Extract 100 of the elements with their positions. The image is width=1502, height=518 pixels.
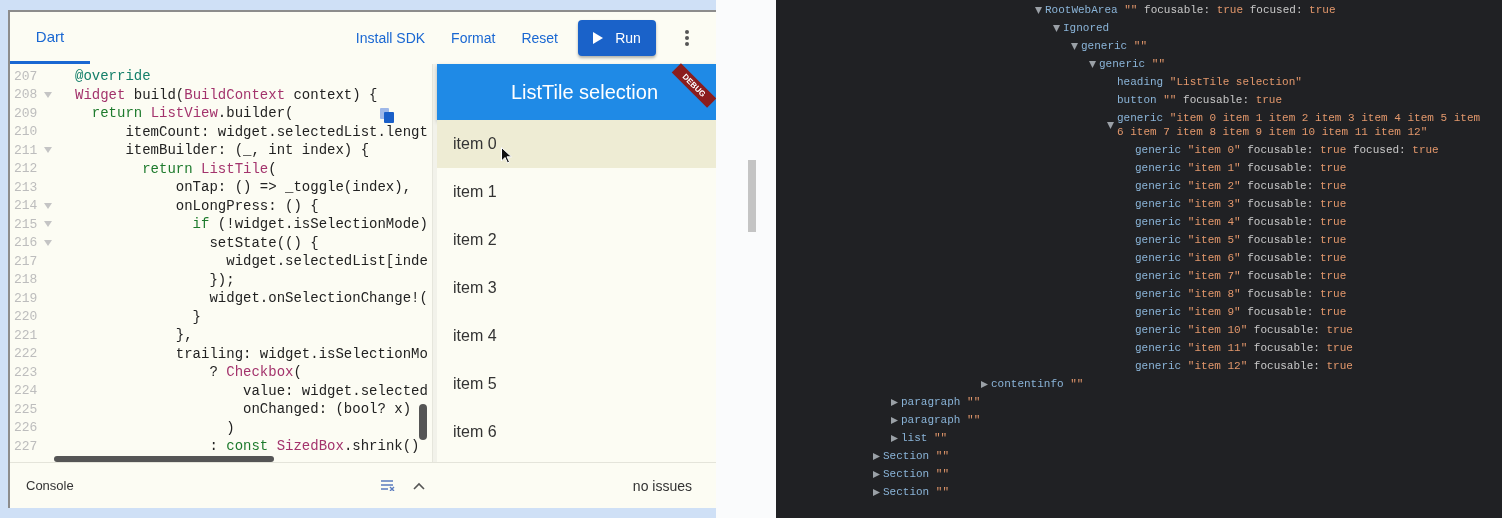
line-number: 223 [14,364,39,380]
mouse-pointer-icon [501,147,512,164]
tree-node-label[interactable]: Section "" [883,467,950,481]
line-number: 215 [14,216,39,232]
code-line: onLongPress: () { [174,196,319,215]
tree-node-label[interactable]: paragraph "" [901,395,981,409]
tree-node-label[interactable]: paragraph "" [901,413,981,427]
triangle-icon[interactable] [1089,60,1096,68]
code-line: Widget build(BuildContext context) { [75,85,378,104]
line-number: 227 [14,438,39,454]
tree-node-label[interactable]: Section "" [883,449,950,463]
status-text: no issues [632,477,692,494]
tree-node-label[interactable]: generic "item 4" focusable: true [1135,215,1347,229]
triangle-icon[interactable] [891,434,898,442]
line-number: 210 [14,124,39,140]
triangle-icon[interactable] [891,398,898,406]
code-line: trailing: widget.isSelectionMo [174,344,428,363]
line-number: 224 [14,383,39,399]
line-number: 217 [14,253,39,269]
triangle-icon[interactable] [1071,42,1078,50]
tree-node-label[interactable]: RootWebArea "" focusable: true focused: true [1045,3,1336,17]
link-button[interactable]: Reset [511,22,568,54]
tree-node-label[interactable]: heading "ListTile selection" [1117,75,1302,89]
code-line: ? Checkbox( [208,363,302,382]
line-number: 226 [14,420,39,436]
list-tile[interactable]: item 4 [437,312,716,360]
copy-icon[interactable] [380,108,394,123]
triangle-icon[interactable] [873,470,880,478]
tree-node-label[interactable]: generic "item 1" focusable: true [1135,161,1347,175]
code-line: setState(() { [208,233,319,252]
code-line: : const SizedBox.shrink() [208,437,420,456]
list-tile[interactable]: item 3 [437,264,716,312]
tree-node-label[interactable]: generic "item 0" focusable: true focused: true [1135,143,1439,157]
chevron-up-icon[interactable] [413,481,425,490]
tree-node-label[interactable]: generic "item 10" focusable: true [1135,323,1353,337]
line-number: 221 [14,327,39,343]
tree-node-label[interactable]: generic "item 5" focusable: true [1135,233,1347,247]
triangle-icon[interactable] [873,488,880,496]
code-line: if (!widget.isSelectionMode) [191,215,428,234]
code-line: ) [225,418,235,437]
tree-node-label[interactable]: generic "item 6" focusable: true [1135,251,1347,265]
tree-node-label[interactable]: list "" [901,431,948,445]
line-number: 214 [14,198,39,214]
tree-node-label[interactable]: generic "item 12" focusable: true [1135,359,1353,373]
code-line: widget.selectedList[inde [225,252,428,271]
line-number: 213 [14,179,39,195]
play-icon [593,32,604,44]
link-button[interactable]: Format [441,22,506,54]
tree-node-label[interactable]: generic "item 0 item 1 item 2 item 3 item 4 item 5 item 6 item 7 item 8 item 9 item 10 item 11 item 12" [1117,111,1488,139]
tab[interactable]: Dart [10,12,90,64]
tree-node-label[interactable]: button "" focusable: true [1117,93,1283,107]
code-line: value: widget.selected [242,381,428,400]
line-number: 212 [14,161,39,177]
app-bar-title: ListTile selection [509,80,659,104]
tree-node-label[interactable]: Section "" [883,485,950,499]
line-number: 218 [14,272,39,288]
tree-node-label[interactable]: generic "" [1081,39,1148,53]
line-number: 219 [14,290,39,306]
triangle-icon[interactable] [891,416,898,424]
code-line: return ListTile( [141,159,277,178]
triangle-icon[interactable] [1053,24,1060,32]
tree-node-label[interactable]: generic "item 9" focusable: true [1135,305,1347,319]
code-line: }, [174,326,193,345]
horizontal-scrollbar-thumb[interactable] [54,456,274,462]
line-number: 216 [14,235,39,251]
triangle-icon[interactable] [1107,121,1114,129]
vertical-scrollbar-thumb[interactable] [419,404,427,440]
tree-node-label[interactable]: Ignored [1063,21,1110,35]
line-number: 225 [14,401,39,417]
code-line: } [191,307,202,326]
scrollbar-thumb[interactable] [748,160,756,232]
tree-node-label[interactable]: generic "item 7" focusable: true [1135,269,1347,283]
run-button[interactable]: Run [578,20,656,56]
line-number: 222 [14,346,39,362]
line-number: 220 [14,309,39,325]
line-number: 207 [14,68,39,84]
tree-node-label[interactable]: generic "item 3" focusable: true [1135,197,1347,211]
triangle-icon[interactable] [981,380,988,388]
tree-node-label[interactable]: generic "item 2" focusable: true [1135,179,1347,193]
list-tile[interactable]: item 2 [437,216,716,264]
code-line: @override [75,67,151,86]
line-number: 209 [14,105,39,121]
code-line: itemBuilder: (_, int index) { [124,141,370,160]
more-vertical-icon [685,30,689,46]
tree-node-label[interactable]: generic "" [1099,57,1166,71]
tree-node-label[interactable]: contentinfo "" [991,377,1084,391]
code-line: onTap: () => _toggle(index), [174,178,412,197]
tree-node-label[interactable]: generic "item 8" focusable: true [1135,287,1347,301]
triangle-icon[interactable] [873,452,880,460]
link-button[interactable]: Install SDK [345,22,436,54]
triangle-icon[interactable] [1035,6,1042,14]
list-tile[interactable]: item 6 [437,408,716,456]
clear-list-icon[interactable] [381,480,395,491]
list-tile[interactable]: item 5 [437,360,716,408]
tree-node-label[interactable]: generic "item 11" focusable: true [1135,341,1353,355]
code-line: return ListView.builder( [90,104,294,123]
line-number: 211 [14,142,39,158]
list-tile[interactable]: item 0 [437,120,716,168]
code-line: }); [208,270,235,289]
list-tile[interactable]: item 1 [437,168,716,216]
